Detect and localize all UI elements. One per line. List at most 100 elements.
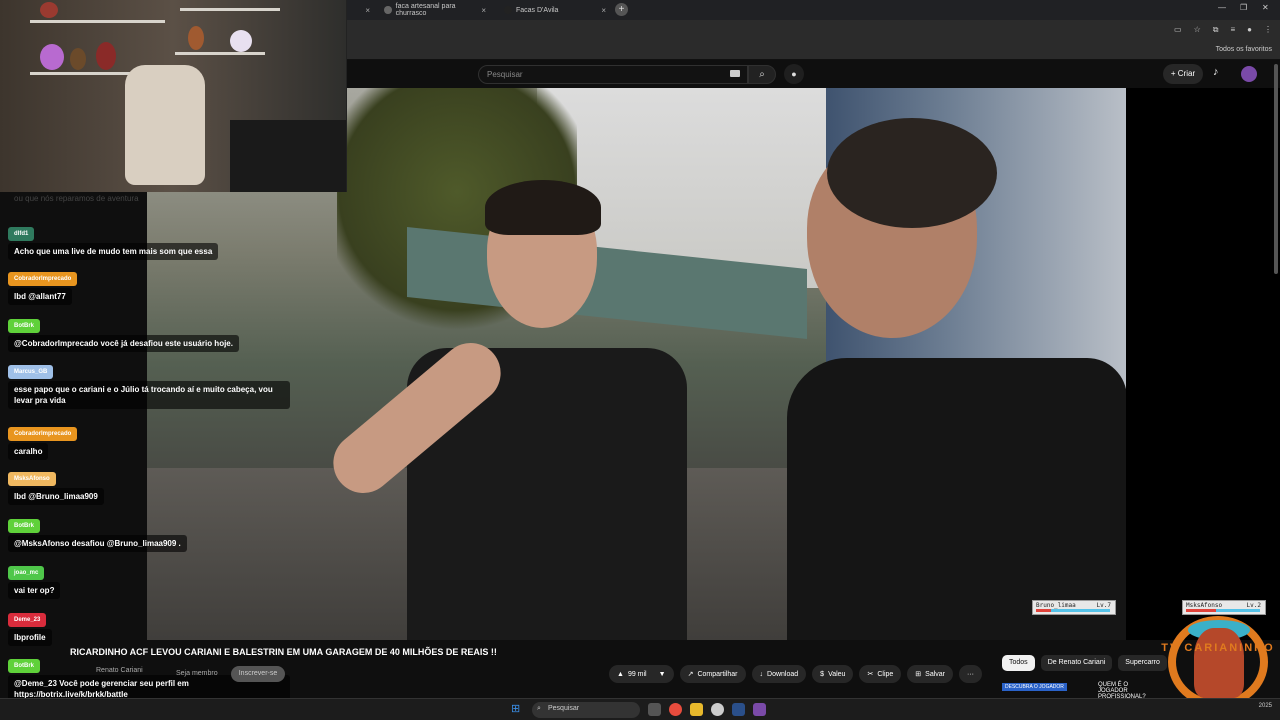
screen: × faca artesanal para churrasco × Facas … (0, 0, 1280, 720)
chat-username-badge: BotBrk (8, 659, 41, 673)
chat-message-text: @CobradorImprecado você já desafiou este… (8, 335, 239, 352)
streamer-webcam (0, 0, 347, 192)
video-title: RICARDINHO ACF LEVOU CARIANI E BALESTRIN… (70, 647, 497, 657)
video-person-right (787, 118, 1126, 640)
chat-username-badge: BotBrk (8, 319, 41, 333)
shelf (180, 8, 280, 11)
dislike-icon[interactable]: ▼ (659, 671, 666, 678)
create-label: Criar (1177, 69, 1196, 78)
chat-previous-line: ou que nós reparamos de aventura (14, 194, 139, 203)
player-name: MsksAfonso (1186, 602, 1223, 609)
profile-icon[interactable]: ● (1247, 25, 1252, 35)
join-button[interactable]: Seja membro (176, 670, 218, 677)
tab-1[interactable]: × (352, 2, 374, 18)
close-window-button[interactable]: ✕ (1262, 3, 1269, 12)
scrollbar[interactable] (1272, 64, 1280, 304)
save-button[interactable]: ⊞ Salvar (907, 665, 953, 683)
task-view-icon[interactable] (648, 703, 661, 716)
thanks-button[interactable]: $ Valeu (812, 665, 854, 683)
obs-icon[interactable] (711, 703, 724, 716)
steam-icon[interactable] (732, 703, 745, 716)
clip-label: Clipe (877, 670, 894, 678)
all-bookmarks-link[interactable]: Todos os favoritos (1216, 46, 1272, 53)
taskbar-search-input[interactable]: ⌕ Pesquisar (532, 702, 640, 718)
chat-username-badge: Marcus_GB (8, 365, 54, 379)
channel-name[interactable]: Renato Cariani (96, 667, 143, 674)
ticker-badge: DESCUBRA O JOGADOR (1002, 683, 1067, 691)
news-ticker: DESCUBRA O JOGADOR QUEM É O JOGADOR PROF… (1002, 680, 1152, 700)
like-button[interactable]: ▲ 99 mil ▼ (609, 665, 674, 683)
person-shirt (787, 358, 1126, 640)
player-name: Bruno_limaa (1036, 602, 1076, 609)
clip-button[interactable]: ✂ Clipe (859, 665, 902, 683)
search-icon: ⌕ (537, 705, 541, 712)
keyboard-icon[interactable] (730, 70, 740, 77)
streamer-logo: TV CARIANINHO (1160, 612, 1276, 712)
player-hud: Bruno_limaa Lv.7 (1032, 600, 1116, 615)
star-icon[interactable]: ☆ (1194, 25, 1201, 35)
chat-message-text: lbd @Bruno_limaa909 (8, 488, 104, 505)
minimize-button[interactable]: — (1218, 3, 1226, 12)
tab-title: faca artesanal para churrasco (395, 3, 456, 17)
windows-start-icon[interactable]: ⊞ (511, 703, 524, 716)
avatar[interactable] (1241, 66, 1257, 82)
tab-close-icon[interactable]: × (365, 6, 370, 15)
chat-message: dlfd1 Acho que uma live de mudo tem mais … (8, 222, 219, 260)
subscribe-button[interactable]: Inscrever-se (231, 666, 285, 682)
file-explorer-icon[interactable] (690, 703, 703, 716)
scrollbar-thumb[interactable] (1274, 64, 1278, 274)
tab-faca-artesanal[interactable]: faca artesanal para churrasco × (378, 2, 490, 18)
more-button[interactable]: ··· (959, 665, 982, 683)
chat-message: MsksAfonso lbd @Bruno_limaa909 (8, 467, 104, 505)
create-button[interactable]: + Criar (1163, 64, 1203, 84)
tab-close-icon[interactable]: × (601, 6, 606, 15)
share-label: Compartilhar (697, 670, 738, 678)
player-level: Lv.7 (1096, 602, 1111, 609)
player-level: Lv.2 (1246, 602, 1261, 609)
hp-bar (1036, 609, 1110, 612)
maximize-button[interactable]: ❐ (1240, 3, 1247, 12)
chip-all[interactable]: Todos (1002, 655, 1035, 671)
desk (230, 120, 346, 192)
chat-username-badge: MsksAfonso (8, 472, 56, 486)
taskbar-apps (648, 703, 766, 716)
chip-channel[interactable]: De Renato Cariani (1040, 655, 1113, 671)
person-hair (485, 180, 601, 235)
download-button[interactable]: ↓ Download (751, 665, 807, 683)
shelf (175, 52, 265, 55)
figure (40, 44, 64, 70)
chat-message-text: lbd @allant77 (8, 288, 72, 305)
download-icon: ↓ (759, 670, 764, 678)
chat-message-text: vai ter op? (8, 582, 61, 599)
clip-icon: ✂ (867, 671, 874, 678)
shelf (30, 20, 165, 23)
like-count: 99 mil (627, 670, 647, 678)
chat-username-badge: dlfd1 (8, 227, 35, 241)
person-hair (827, 118, 997, 228)
chrome-icon[interactable] (669, 703, 682, 716)
menu-icon[interactable]: ≡ (1230, 25, 1235, 35)
chat-message-text: lbprofile (8, 629, 52, 646)
extensions-icon[interactable]: ⧉ (1213, 25, 1219, 35)
figure (96, 42, 116, 70)
save-label: Salvar (925, 670, 945, 678)
system-tray[interactable]: 2025 (1259, 703, 1272, 710)
chat-message-text: @MsksAfonso desafiou @Bruno_limaa909 . (8, 535, 187, 552)
kebab-icon[interactable]: ⋮ (1264, 25, 1272, 35)
chat-message: CobradorImprecado caralho (8, 422, 78, 460)
tab-facas-davila[interactable]: Facas D'Avila × (498, 2, 610, 18)
taskbar-search-placeholder: Pesquisar (548, 705, 580, 712)
google-favicon-icon (384, 6, 392, 14)
tab-close-icon[interactable]: × (481, 6, 486, 15)
figure (70, 48, 86, 70)
search-button[interactable]: ⌕ (748, 65, 776, 84)
new-tab-button[interactable]: + (615, 3, 628, 16)
shelf (30, 72, 140, 75)
tray-date: 2025 (1258, 703, 1272, 709)
search-input[interactable]: Pesquisar (478, 65, 748, 84)
cast-icon[interactable]: ▭ (1174, 25, 1182, 35)
share-button[interactable]: ↗ Compartilhar (679, 665, 746, 683)
mic-icon[interactable]: ● (784, 64, 804, 84)
discord-icon[interactable] (753, 703, 766, 716)
bell-icon[interactable]: ♪ (1213, 66, 1219, 78)
